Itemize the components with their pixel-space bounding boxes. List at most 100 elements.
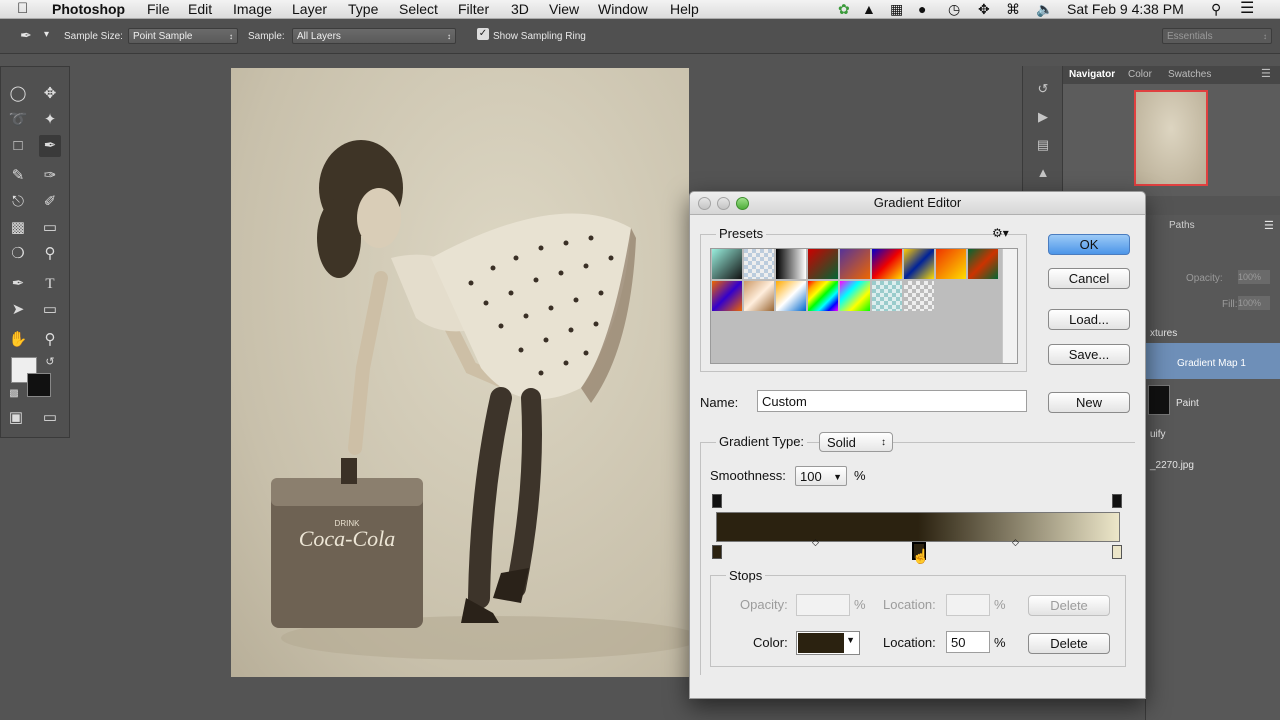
menu-3d[interactable]: 3D: [511, 0, 529, 18]
preset-swatch[interactable]: [936, 249, 966, 279]
rectangle-tool-icon[interactable]: ▭: [39, 299, 61, 321]
new-button[interactable]: New: [1048, 392, 1130, 413]
layers-panel-menu-icon[interactable]: ☰: [1264, 219, 1274, 232]
menu-edit[interactable]: Edit: [188, 0, 212, 18]
hand-tool-icon[interactable]: ✋: [7, 329, 29, 351]
opacity-stop-right[interactable]: [1112, 494, 1122, 508]
dodge-tool-icon[interactable]: ⚲: [39, 243, 61, 265]
gradient-type-select[interactable]: Solid ↕: [819, 432, 893, 452]
preset-swatch[interactable]: [712, 281, 742, 311]
wifi-icon[interactable]: ⌘: [1006, 0, 1020, 18]
layer-group-textures[interactable]: xtures: [1150, 328, 1177, 339]
opacity-stop-left[interactable]: [712, 494, 722, 508]
eyedropper-tool-preset-icon[interactable]: ✒: [20, 27, 32, 44]
menu-filter[interactable]: Filter: [458, 0, 489, 18]
move-tool-icon[interactable]: ✥: [39, 83, 61, 105]
history-brush-tool-icon[interactable]: ✐: [39, 191, 61, 213]
smoothness-input[interactable]: 100 ▼: [795, 466, 847, 486]
gradient-preview-bar[interactable]: [716, 512, 1120, 542]
preset-swatch[interactable]: [744, 281, 774, 311]
marquee-tool-icon[interactable]: ◯: [7, 83, 29, 105]
opacity-input[interactable]: 100%: [1238, 270, 1270, 284]
workspace-switcher[interactable]: Essentials ↕: [1162, 28, 1272, 44]
cancel-button[interactable]: Cancel: [1048, 268, 1130, 289]
healing-brush-tool-icon[interactable]: ✎: [7, 165, 29, 187]
load-button[interactable]: Load...: [1048, 309, 1130, 330]
color-stop-left[interactable]: [712, 545, 722, 559]
preset-swatch[interactable]: [840, 281, 870, 311]
ok-button[interactable]: OK: [1048, 234, 1130, 255]
path-selection-tool-icon[interactable]: ➤: [7, 299, 29, 321]
menu-layer[interactable]: Layer: [292, 0, 327, 18]
tab-color[interactable]: Color: [1128, 69, 1152, 80]
stop-color-picker[interactable]: ▼: [796, 631, 860, 655]
menu-extra-icon[interactable]: ▦: [890, 0, 903, 18]
menu-file[interactable]: File: [147, 0, 170, 18]
opacity-location-input[interactable]: [946, 594, 990, 616]
zoom-tool-icon[interactable]: ⚲: [39, 329, 61, 351]
volume-icon[interactable]: 🔈: [1036, 0, 1053, 18]
menubar-clock[interactable]: Sat Feb 9 4:38 PM: [1067, 0, 1184, 18]
type-tool-icon[interactable]: T: [39, 273, 61, 295]
apple-menu-icon[interactable]: : [17, 0, 28, 18]
accessibility-icon[interactable]: ✥: [978, 0, 990, 18]
brush-tool-icon[interactable]: ✑: [39, 165, 61, 187]
sample-size-select[interactable]: Point Sample ↕: [128, 28, 238, 44]
time-machine-icon[interactable]: ◷: [948, 0, 960, 18]
tab-swatches[interactable]: Swatches: [1168, 69, 1211, 80]
fill-input[interactable]: 100%: [1238, 296, 1270, 310]
spotlight-search-icon[interactable]: ⚲: [1211, 0, 1221, 18]
preset-swatch[interactable]: [872, 281, 902, 311]
layer-paint[interactable]: Paint: [1176, 398, 1199, 409]
quick-mask-icon[interactable]: ▣: [5, 407, 27, 429]
preset-swatch[interactable]: [808, 281, 838, 311]
clone-stamp-tool-icon[interactable]: ⎋: [7, 191, 29, 213]
pen-tool-icon[interactable]: ✒: [7, 273, 29, 295]
google-drive-status-icon[interactable]: ▲: [862, 0, 876, 18]
panel-menu-icon[interactable]: ☰: [1261, 67, 1271, 80]
zoom-window-button[interactable]: [736, 197, 749, 210]
swap-colors-icon[interactable]: ↺: [39, 351, 61, 373]
preset-swatch[interactable]: [872, 249, 902, 279]
history-panel-icon[interactable]: ↺: [1032, 78, 1054, 100]
eyedropper-tool-icon[interactable]: ✒: [39, 135, 61, 157]
preset-swatch[interactable]: [840, 249, 870, 279]
sample-select[interactable]: All Layers ↕: [292, 28, 456, 44]
close-window-button[interactable]: [698, 197, 711, 210]
screen-mode-icon[interactable]: ▭: [39, 407, 61, 429]
preset-swatch[interactable]: [904, 249, 934, 279]
color-location-input[interactable]: 50: [946, 631, 990, 653]
menu-image[interactable]: Image: [233, 0, 272, 18]
tab-paths[interactable]: Paths: [1169, 220, 1195, 231]
layer-background-file[interactable]: _2270.jpg: [1150, 460, 1194, 471]
opacity-delete-button[interactable]: Delete: [1028, 595, 1110, 616]
document-canvas[interactable]: DRINK Coca-Cola: [231, 68, 701, 677]
color-delete-button[interactable]: Delete: [1028, 633, 1110, 654]
midpoint-diamond-icon[interactable]: ◇: [812, 537, 819, 548]
menu-view[interactable]: View: [549, 0, 579, 18]
minimize-window-button[interactable]: [717, 197, 730, 210]
preset-swatch[interactable]: [776, 281, 806, 311]
blur-tool-icon[interactable]: ❍: [7, 243, 29, 265]
menu-app-photoshop[interactable]: Photoshop: [52, 0, 125, 18]
evernote-status-icon[interactable]: ✿: [838, 0, 850, 18]
menu-type[interactable]: Type: [348, 0, 378, 18]
gradient-tool-icon[interactable]: ▭: [39, 217, 61, 239]
magic-wand-tool-icon[interactable]: ✦: [39, 109, 61, 131]
midpoint-diamond-icon[interactable]: ◇: [1012, 537, 1019, 548]
menu-window[interactable]: Window: [598, 0, 648, 18]
show-sampling-ring-checkbox[interactable]: ✓: [477, 28, 489, 40]
tab-navigator[interactable]: Navigator: [1069, 69, 1115, 80]
notification-center-icon[interactable]: ☰: [1240, 0, 1254, 18]
eraser-tool-icon[interactable]: ▩: [7, 217, 29, 239]
actions-panel-icon[interactable]: ▶: [1032, 106, 1054, 128]
color-stop-right[interactable]: [1112, 545, 1122, 559]
histogram-panel-icon[interactable]: ▲: [1032, 162, 1054, 184]
layer-gradient-map-1[interactable]: Gradient Map 1: [1177, 358, 1246, 369]
default-colors-icon[interactable]: ▩: [3, 383, 25, 405]
menu-help[interactable]: Help: [670, 0, 699, 18]
presets-scrollbar[interactable]: [1002, 249, 1017, 363]
name-field[interactable]: Custom: [757, 390, 1027, 412]
tool-preset-chevron-icon[interactable]: ▾: [44, 29, 49, 40]
presets-gear-icon[interactable]: ⚙▾: [992, 226, 1009, 240]
